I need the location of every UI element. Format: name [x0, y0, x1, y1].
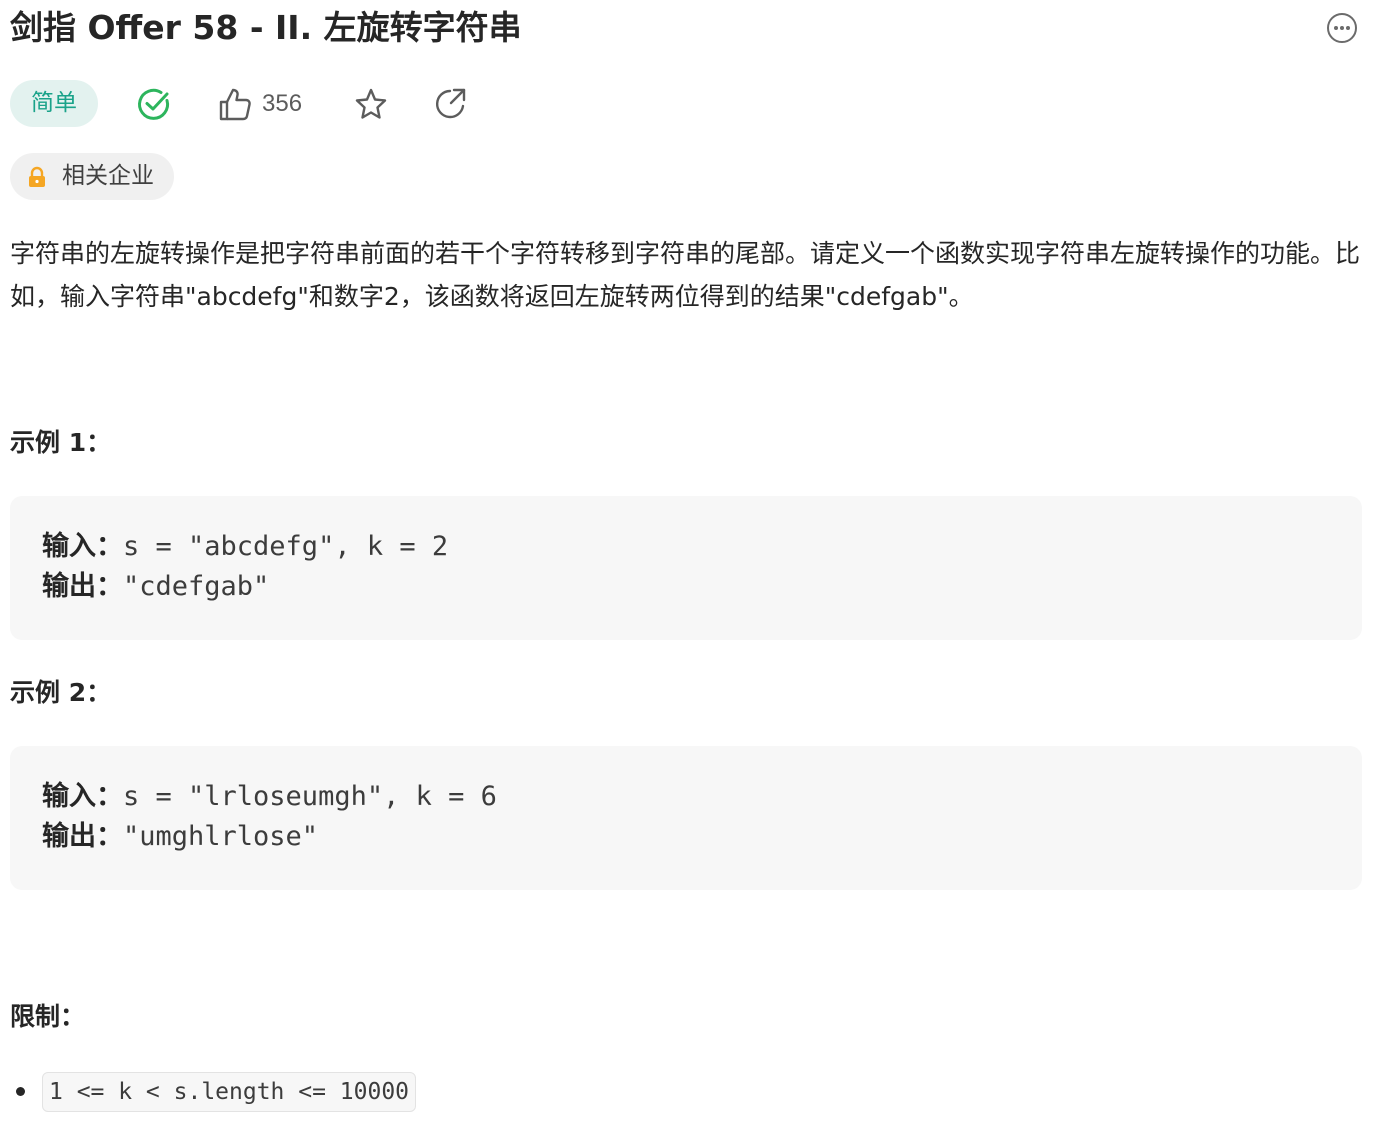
difficulty-badge: 简单	[10, 80, 98, 127]
example-1-heading: 示例 1：	[10, 428, 112, 457]
problem-title: 剑指 Offer 58 - II. 左旋转字符串	[10, 8, 522, 47]
title-row: 剑指 Offer 58 - II. 左旋转字符串	[10, 6, 1362, 50]
share-button[interactable]	[433, 86, 469, 122]
example-output-line: 输出："cdefgab"	[42, 567, 269, 607]
problem-description: 字符串的左旋转操作是把字符串前面的若干个字符转移到字符串的尾部。请定义一个函数实…	[10, 239, 1361, 311]
input-label: 输入：	[42, 531, 123, 562]
star-icon	[355, 88, 387, 119]
output-value: "cdefgab"	[123, 571, 270, 602]
input-label: 输入：	[42, 781, 123, 812]
more-options-button[interactable]	[1326, 12, 1358, 44]
related-companies-label: 相关企业	[62, 163, 154, 189]
like-button[interactable]: 356	[218, 86, 328, 122]
output-value: "umghlrlose"	[123, 821, 319, 852]
example-2-heading: 示例 2：	[10, 678, 112, 707]
solved-status	[136, 86, 172, 122]
input-value: s = "lrloseumgh", k = 6	[123, 781, 497, 812]
example-2-block: 输入：s = "lrloseumgh", k = 6 输出："umghlrlos…	[10, 746, 1362, 890]
check-circle-icon	[138, 88, 170, 120]
like-count: 356	[262, 90, 303, 117]
limits-heading: 限制：	[10, 1002, 86, 1031]
output-label: 输出：	[42, 571, 123, 602]
share-icon	[435, 88, 466, 119]
example-1-block: 输入：s = "abcdefg", k = 2 输出："cdefgab"	[10, 496, 1362, 640]
bullet	[16, 1087, 25, 1096]
thumbs-up-icon	[219, 88, 251, 121]
more-options-icon	[1327, 13, 1357, 43]
limit-code: 1 <= k < s.length <= 10000	[42, 1072, 417, 1112]
output-label: 输出：	[42, 821, 123, 852]
related-companies-tag[interactable]: 相关企业	[10, 153, 174, 200]
favorite-button[interactable]	[353, 86, 389, 122]
example-input-line: 输入：s = "abcdefg", k = 2	[42, 527, 448, 567]
meta-row: 简单 356	[10, 80, 710, 128]
example-output-line: 输出："umghlrlose"	[42, 817, 318, 857]
lock-icon	[29, 166, 45, 187]
input-value: s = "abcdefg", k = 2	[123, 531, 449, 562]
example-input-line: 输入：s = "lrloseumgh", k = 6	[42, 777, 497, 817]
